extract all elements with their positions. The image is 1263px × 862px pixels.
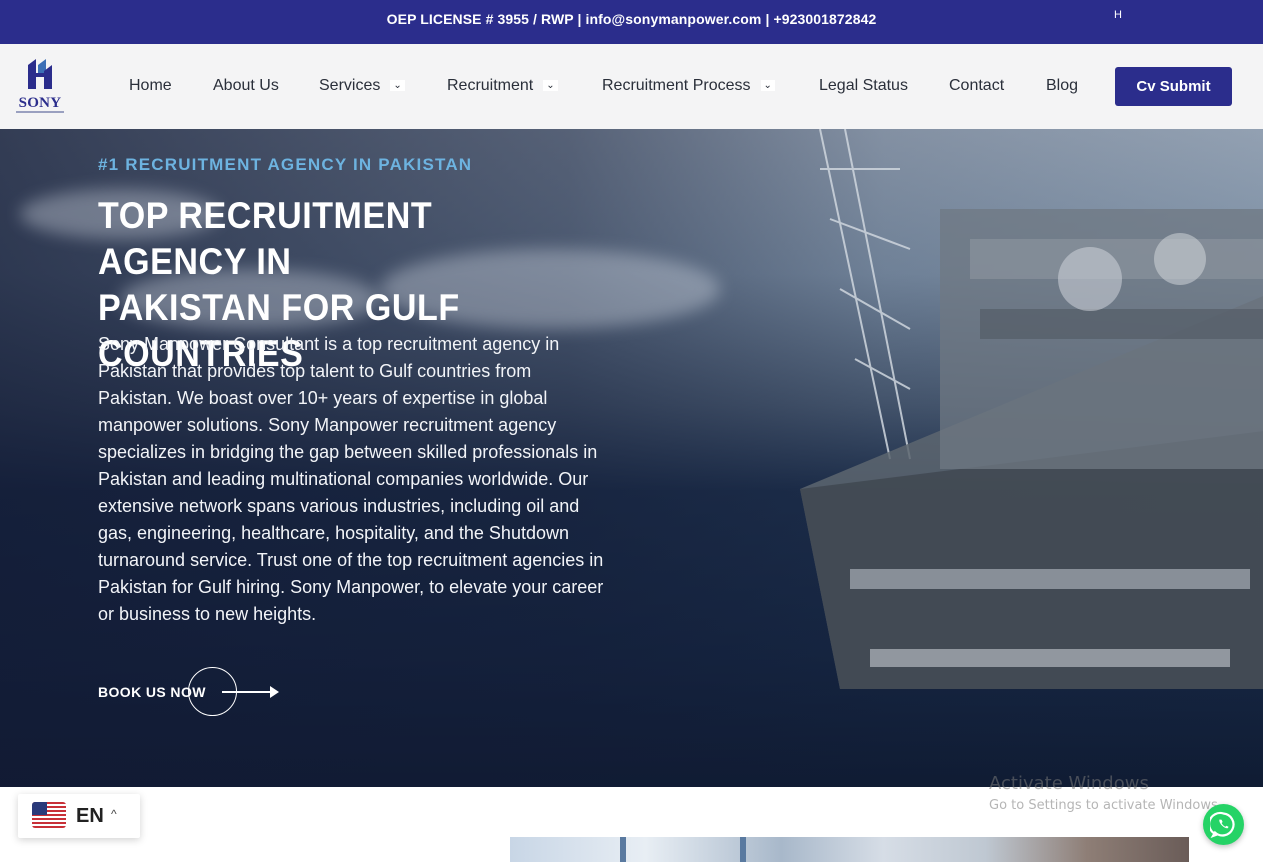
offshore-rig-illustration (800, 129, 1263, 689)
top-info-bar: OEP LICENSE # 3955 / RWP | info@sonymanp… (0, 0, 1263, 44)
hero-headline-line-1: TOP RECRUITMENT AGENCY IN (98, 195, 433, 282)
whatsapp-icon (1210, 811, 1235, 838)
window-frame (740, 837, 746, 862)
arrow-head-icon (270, 686, 279, 698)
nav-blog-label: Blog (1046, 77, 1079, 94)
hero-description: Sony Manpower Consultant is a top recrui… (98, 334, 604, 624)
hero-section: #1 RECRUITMENT AGENCY IN PAKISTAN TOP RE… (0, 129, 1263, 787)
logo-wordmark: SONY (18, 95, 62, 111)
language-switcher[interactable]: EN ^ (18, 794, 140, 838)
nav-services-label: Services (319, 77, 381, 94)
section-preview-image (510, 837, 1189, 862)
arrow-right-icon (222, 691, 274, 693)
windows-activation-watermark: Activate Windows Go to Settings to activ… (989, 773, 1222, 813)
nav-contact-label: Contact (949, 77, 1005, 94)
nav-legal-status[interactable]: Legal Status (819, 77, 908, 95)
book-us-now-link[interactable]: BOOK US NOW (98, 684, 206, 700)
nav-recruitment-process-label: Recruitment Process (602, 77, 751, 94)
nav-legal-status-label: Legal Status (819, 77, 908, 94)
watermark-subtitle: Go to Settings to activate Windows. (989, 798, 1222, 813)
chevron-down-icon: ⌄ (543, 80, 558, 91)
nav-about-us[interactable]: About Us (213, 77, 279, 95)
hero-kicker: #1 RECRUITMENT AGENCY IN PAKISTAN (98, 155, 473, 174)
topbar-stray-glyph: H (1114, 9, 1122, 21)
nav-blog[interactable]: Blog (1046, 77, 1078, 95)
nav-contact[interactable]: Contact (949, 77, 1004, 95)
nav-home[interactable]: Home (129, 77, 172, 95)
nav-services[interactable]: Services ⌄ (319, 77, 405, 95)
main-navbar: SONY Home About Us Services ⌄ Recruitment… (0, 44, 1263, 129)
cv-submit-button[interactable]: Cv Submit (1115, 67, 1232, 106)
sony-logo-mark-icon (28, 59, 52, 89)
window-frame (620, 837, 626, 862)
language-code: EN (76, 805, 104, 827)
nav-about-us-label: About Us (213, 77, 279, 94)
nav-recruitment-process[interactable]: Recruitment Process ⌄ (602, 77, 775, 95)
flag-canton (32, 802, 47, 815)
us-flag-icon (32, 802, 66, 828)
nav-home-label: Home (129, 77, 172, 94)
site-logo[interactable]: SONY (16, 55, 64, 117)
nav-recruitment-label: Recruitment (447, 77, 534, 94)
logo-tagline-line (16, 111, 64, 113)
whatsapp-chat-button[interactable] (1203, 804, 1244, 845)
caret-up-icon: ^ (111, 807, 117, 821)
chevron-down-icon: ⌄ (390, 80, 405, 91)
watermark-title: Activate Windows (989, 773, 1149, 794)
license-contact-info[interactable]: OEP LICENSE # 3955 / RWP | info@sonymanp… (0, 11, 1263, 27)
chevron-down-icon: ⌄ (760, 80, 775, 91)
nav-recruitment[interactable]: Recruitment ⌄ (447, 77, 558, 95)
